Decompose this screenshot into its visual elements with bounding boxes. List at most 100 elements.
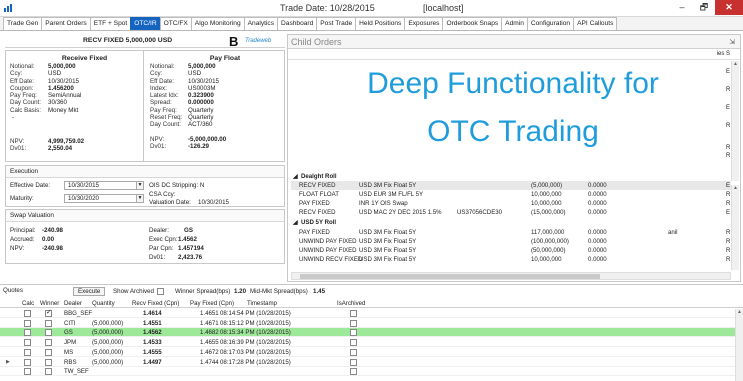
leg-field-row: Pay Freq: Quarterly [150, 107, 280, 114]
cell-desc: USD EUR 3M FL/FL 5Y [359, 191, 424, 198]
calc-checkbox[interactable] [24, 348, 31, 356]
column-header[interactable]: IsArchived [337, 300, 365, 307]
cell-recv: 1.4497 [143, 358, 162, 366]
tab-exposures[interactable]: Exposures [404, 17, 444, 30]
quote-row[interactable]: TW_SEF [0, 367, 735, 377]
effective-date-dropdown[interactable]: 10/30/2015 ▼ [64, 181, 144, 190]
calc-checkbox[interactable] [24, 358, 31, 366]
field-label: Notional: [10, 63, 35, 70]
tab-parent-orders[interactable]: Parent Orders [41, 17, 91, 30]
show-archived-checkbox[interactable] [157, 288, 164, 295]
tab-api-callouts[interactable]: API Callouts [573, 17, 618, 30]
column-header[interactable]: Quantity [92, 300, 115, 307]
quote-row[interactable]: GS (5,000,000) 1.4562 1.4682 08:15:34 PM (10… [0, 328, 735, 338]
calc-checkbox[interactable] [24, 339, 31, 347]
quote-row[interactable]: BBG_SEF 1.4614 1.465108:14:54 PM (10/28/20… [0, 308, 735, 318]
table-row[interactable]: UNWIND PAY FIXED USD 3M Fix Float 5Y (100,… [291, 237, 731, 246]
group-row[interactable]: ◢ USD 5Y Roll [291, 218, 731, 227]
tab-otc-ir[interactable]: OTC/IR [130, 17, 161, 30]
cell-recv: 1.4562 [143, 329, 162, 337]
table-row[interactable]: FLOAT FLOAT USD EUR 3M FL/FL 5Y 10,000,000… [291, 190, 731, 199]
table-row[interactable]: PAY FIXED INR 1Y OIS Swap 10,000,000 0.0000… [291, 199, 731, 208]
scroll-up-icon[interactable]: ▲ [732, 61, 739, 67]
tab-algo-monitoring[interactable]: Algo Monitoring [190, 17, 245, 30]
winner-checkbox[interactable] [45, 368, 52, 376]
tab-configuration[interactable]: Configuration [526, 17, 575, 30]
cell-qty: (50,000,000) [531, 247, 566, 254]
tab-dashboard[interactable]: Dashboard [277, 17, 318, 30]
winner-checkbox[interactable] [45, 329, 52, 337]
calc-checkbox[interactable] [24, 329, 31, 337]
cell-ts: 08:16:39 PM (10/28/2015) [220, 339, 291, 347]
column-header[interactable]: Dealer [64, 300, 82, 307]
tab-held-positions[interactable]: Held Positions [355, 17, 406, 30]
table-row[interactable]: RECV FIXED USD MAC 2Y DEC 2015 1.5% US3705… [291, 208, 731, 217]
winner-checkbox[interactable] [45, 319, 52, 327]
scroll-up-icon[interactable]: ▲ [732, 185, 739, 191]
horizontal-scrollbar[interactable] [291, 272, 731, 280]
group-row[interactable]: ◢ Dealght Roll [291, 172, 731, 181]
quote-row[interactable]: JPM (5,000,000) 1.4533 1.4655 08:16:39 PM (1… [0, 338, 735, 348]
archived-checkbox[interactable] [350, 348, 357, 356]
column-header[interactable]: Winner [40, 300, 59, 307]
scroll-thumb[interactable] [300, 274, 600, 279]
column-header[interactable]: Calc [22, 300, 34, 307]
vertical-scrollbar[interactable]: ▲ [731, 61, 739, 181]
quote-row[interactable]: ▶ RBS (5,000,000) 1.4497 1.4744 08:17:28 PM (… [0, 358, 735, 367]
cell-flag: E [726, 209, 731, 216]
field-label: Calc Basis: [10, 106, 41, 114]
bloomberg-logo: B [229, 34, 239, 49]
vertical-scrollbar-lower[interactable]: ▲ [731, 185, 739, 270]
table-row[interactable]: UNWIND RECV FIXED USD 3M Fix Float 5Y 10,0… [291, 255, 731, 264]
column-header[interactable]: Timestamp [247, 300, 277, 307]
section-label: Swap Valuation [6, 210, 284, 222]
quotes-vertical-scrollbar[interactable]: ▲ [735, 309, 743, 381]
column-header[interactable]: Recv Fixed (Cpn) [132, 300, 179, 307]
maturity-dropdown[interactable]: 10/30/2020 ▼ [64, 194, 144, 203]
field-value: 10/30/2015 [48, 77, 79, 85]
tab-etf-spot[interactable]: ETF + Spot [89, 17, 132, 30]
tab-orderbook-snaps[interactable]: Orderbook Snaps [442, 17, 503, 30]
table-row[interactable]: PAY FIXED USD 3M Fix Float 5Y 117,000,000 0… [291, 228, 731, 237]
field-label: Coupon: [10, 84, 34, 92]
winner-checkbox[interactable] [45, 348, 52, 356]
tab-admin[interactable]: Admin [501, 17, 528, 30]
calc-checkbox[interactable] [24, 368, 31, 376]
archived-checkbox[interactable] [350, 358, 357, 366]
archived-checkbox[interactable] [350, 339, 357, 347]
maximize-button[interactable]: 🗗 [693, 0, 715, 15]
field-value: 5,000,000 [48, 63, 76, 70]
calc-checkbox[interactable] [24, 319, 31, 327]
winner-checkbox[interactable] [45, 339, 52, 347]
field-label: Latest Idx: [150, 92, 179, 100]
tab-analytics[interactable]: Analytics [243, 17, 279, 30]
close-button[interactable]: ✕ [715, 0, 743, 15]
cell-flag: E [726, 182, 731, 189]
minimize-button[interactable]: – [671, 0, 693, 15]
deal-title: RECV FIXED 5,000,000 USD [83, 37, 173, 44]
calc-checkbox[interactable] [24, 310, 31, 317]
table-row[interactable]: RECV FIXED USD 3M Fix Float 5Y (5,000,000)… [291, 181, 731, 190]
pin-icon[interactable]: ⇲ [729, 38, 735, 46]
quote-row[interactable]: CITI (5,000,000) 1.4551 1.4671 08:15:12 PM (… [0, 319, 735, 328]
archived-checkbox[interactable] [350, 329, 357, 337]
tab-post-trade[interactable]: Post Trade [316, 17, 357, 30]
quote-row[interactable]: MS (5,000,000) 1.4555 1.4672 08:17:03 PM (10… [0, 348, 735, 357]
archived-checkbox[interactable] [350, 368, 357, 376]
winner-checkbox[interactable] [45, 358, 52, 366]
archived-checkbox[interactable] [350, 310, 357, 317]
expand-icon[interactable]: ◢ [293, 173, 298, 180]
winner-checkbox[interactable] [45, 308, 52, 317]
archived-checkbox[interactable] [350, 319, 357, 327]
status-flag: R [726, 123, 731, 129]
expand-icon[interactable]: ◢ [293, 219, 298, 226]
tab-otc-fx[interactable]: OTC/FX [159, 17, 192, 30]
column-header[interactable]: Pay Fixed (Cpn) [190, 300, 234, 307]
field-value: 10/30/2015 [188, 77, 219, 85]
table-row[interactable]: UNWIND PAY FIXED USD 3M Fix Float 5Y (50,0… [291, 246, 731, 255]
scroll-up-icon[interactable]: ▲ [736, 309, 743, 315]
execute-button[interactable]: Execute [73, 287, 106, 296]
field-value: SemiAnnual [48, 92, 82, 100]
field-value: Quarterly [188, 114, 214, 122]
tab-trade-gen[interactable]: Trade Gen [3, 17, 43, 30]
